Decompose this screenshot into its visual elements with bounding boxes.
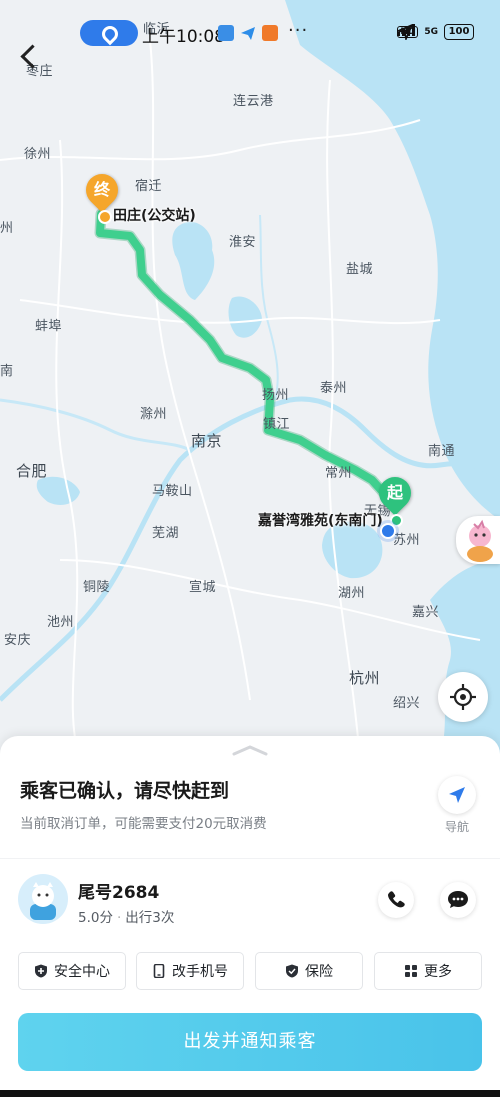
quick-action-label: 保险 [305,964,333,980]
quick-action-label: 改手机号 [172,964,228,980]
city-label: 徐州 [24,147,52,162]
route-map[interactable]: 临沂 枣庄 连云港 徐州 宿迁 淮安 盐城 蚌埠 扬州 泰州 滁州 南京 镇江 … [0,0,500,760]
network-type: 5G [424,27,438,37]
pickup-marker[interactable]: 起 [372,470,418,516]
map-base [0,0,500,760]
city-label: 连云港 [233,94,274,109]
floating-mascot-avatar[interactable] [456,516,500,564]
end-marker-text: 终 [93,180,110,199]
sheet-handle-icon[interactable] [232,744,268,756]
city-label: 芜湖 [152,526,180,541]
locate-me-button[interactable] [438,672,488,722]
city-label: 常州 [325,466,353,481]
crosshair-icon [450,684,476,710]
city-label: 南 [0,364,14,379]
destination-dot [98,210,112,224]
phone-icon [388,891,405,908]
insurance-button[interactable]: 保险 [255,952,363,990]
city-label: 铜陵 [83,580,111,595]
passenger-rating: 5.0分 · 出行3次 [78,910,175,926]
city-label: 南京 [191,432,223,450]
safety-center-button[interactable]: 安全中心 [18,952,126,990]
quick-action-label: 更多 [424,964,452,980]
message-passenger-button[interactable] [440,882,476,918]
passenger-phone-tail: 尾号2684 [78,883,160,903]
city-label: 泰州 [320,381,348,396]
city-label: 嘉兴 [412,605,440,620]
app-notification-icon [218,25,234,41]
city-label: 镇江 [263,417,291,432]
chat-bubble-icon [448,891,468,908]
passenger-trips: 出行3次 [125,910,175,926]
phone-device-icon [153,964,165,978]
city-label: 合肥 [16,462,48,480]
change-phone-button[interactable]: 改手机号 [136,952,244,990]
city-label: 湖州 [338,586,366,601]
paper-plane-notification-icon [240,25,256,41]
call-passenger-button[interactable] [378,882,414,918]
location-pill-icon[interactable] [80,20,138,46]
status-time: 上午10:08 [142,27,225,47]
back-button[interactable] [14,42,40,72]
city-label: 蚌埠 [35,319,63,334]
home-indicator [0,1090,500,1097]
passenger-avatar[interactable] [18,874,68,924]
city-label: 宣城 [189,580,217,595]
battery-icon: 100 [444,24,474,40]
city-label: 宿迁 [135,179,163,194]
passenger-avatar-icon [30,882,56,920]
passenger-score: 5.0分 [78,910,113,926]
city-label: 马鞍山 [152,484,193,499]
cancel-fee-notice: 当前取消订单，可能需要支付20元取消费 [20,816,267,832]
mascot-icon [467,519,493,562]
city-label: 扬州 [262,388,290,403]
system-status-icons: HD 5G 100 [397,24,474,40]
divider [0,858,500,859]
shield-check-icon [286,964,298,978]
city-label: 南通 [428,444,456,459]
pickup-label: 嘉誉湾雅苑(东南门) [258,513,383,529]
shield-plus-icon [35,964,47,978]
navigation-label[interactable]: 导航 [440,818,474,835]
city-label: 滁州 [140,407,168,422]
city-label: 绍兴 [393,696,421,711]
shop-notification-icon [262,25,278,41]
signal-icon [397,24,416,36]
navigation-arrow-icon [449,787,465,803]
driver-location-dot [380,523,396,539]
status-bar: 上午10:08 ··· HD 5G 100 [0,0,500,64]
city-label: 苏州 [393,533,421,548]
depart-notify-button[interactable]: 出发并通知乘客 [18,1013,482,1071]
city-label: 州 [0,221,14,236]
destination-label: 田庄(公交站) [113,208,196,224]
city-label: 安庆 [4,633,32,648]
more-button[interactable]: 更多 [374,952,482,990]
navigation-button[interactable] [438,776,476,814]
city-label: 盐城 [346,262,374,277]
order-status-title: 乘客已确认，请尽快赶到 [20,780,230,802]
city-label: 池州 [47,615,75,630]
more-notifications-icon: ··· [288,20,309,41]
city-label: 杭州 [349,669,381,687]
order-bottom-sheet: 乘客已确认，请尽快赶到 当前取消订单，可能需要支付20元取消费 导航 尾号268… [0,736,500,1097]
quick-action-label: 安全中心 [54,964,110,980]
city-label: 淮安 [229,235,257,250]
start-marker-text: 起 [386,483,403,502]
grid-icon [405,965,417,977]
